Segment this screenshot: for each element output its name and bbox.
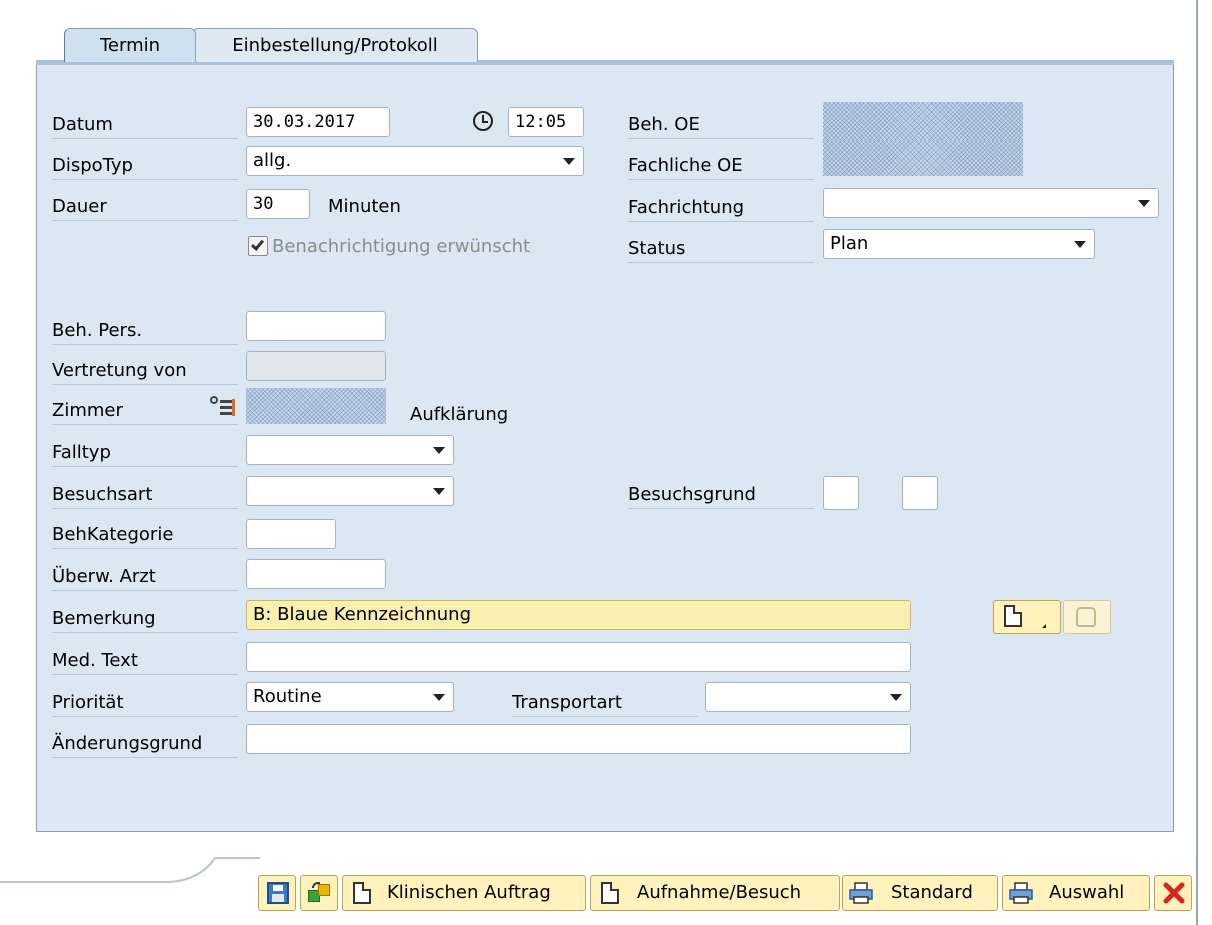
beh-pers-input[interactable] [246, 311, 386, 341]
med-text-label: Med. Text [52, 646, 238, 675]
uhrzeit-input[interactable]: 12:05 [508, 107, 584, 137]
standard-print-button[interactable]: Standard [842, 875, 998, 911]
beh-pers-label: Beh. Pers. [52, 316, 238, 345]
printer-icon [1009, 882, 1033, 904]
transportart-select[interactable] [705, 682, 911, 712]
dispotyp-label: DispoTyp [52, 151, 238, 180]
besuchsart-select[interactable] [246, 476, 454, 506]
uberw-arzt-input[interactable] [246, 559, 386, 589]
chevron-down-icon [1074, 241, 1086, 248]
vertretung-label: Vertretung von [52, 356, 238, 385]
prioritaet-select[interactable]: Routine [246, 682, 454, 712]
document-icon [353, 882, 371, 904]
falltyp-label: Falltyp [52, 438, 238, 467]
fachrichtung-label: Fachrichtung [628, 193, 814, 222]
tab-label: Termin [99, 35, 161, 56]
other-object-button[interactable] [300, 875, 338, 911]
klinischen-auftrag-label: Klinischen Auftrag [387, 882, 551, 903]
new-document-menu-button[interactable] [993, 600, 1061, 634]
transportart-label: Transportart [512, 688, 698, 717]
chevron-down-icon [890, 694, 902, 701]
footer-divider [0, 857, 260, 883]
aufnahme-besuch-button[interactable]: Aufnahme/Besuch [590, 875, 840, 911]
fachrichtung-select[interactable] [823, 188, 1159, 218]
auswahl-label: Auswahl [1049, 882, 1125, 903]
dropdown-corner-icon [1042, 620, 1046, 628]
vertretung-input[interactable] [246, 351, 386, 381]
datum-input[interactable]: 30.03.2017 [246, 107, 390, 137]
chevron-down-icon [433, 447, 445, 454]
zimmer-field-masked[interactable] [246, 388, 386, 424]
aufnahme-besuch-label: Aufnahme/Besuch [637, 882, 802, 903]
standard-label: Standard [891, 882, 973, 903]
dispotyp-select[interactable]: allg. [246, 146, 584, 176]
prioritaet-label: Priorität [52, 688, 238, 717]
status-label: Status [628, 234, 814, 263]
aenderungsgrund-input[interactable] [246, 724, 911, 754]
tab-label: Einbestellung/Protokoll [232, 35, 438, 56]
switch-object-icon [308, 882, 330, 904]
dauer-unit: Minuten [328, 196, 401, 217]
room-list-icon[interactable] [210, 396, 236, 418]
besuchsart-label: Besuchsart [52, 480, 238, 509]
document-icon [1004, 605, 1022, 627]
benachrichtigung-checkbox[interactable] [248, 236, 268, 256]
behkategorie-label: BehKategorie [52, 520, 238, 549]
window-edge [1196, 0, 1198, 925]
fachliche-oe-label: Fachliche OE [628, 151, 814, 180]
klinischen-auftrag-button[interactable]: Klinischen Auftrag [342, 875, 586, 911]
bemerkung-label: Bemerkung [52, 604, 238, 633]
tab-einbestellung-protokoll[interactable]: Einbestellung/Protokoll [192, 28, 478, 62]
chevron-down-icon [563, 158, 575, 165]
aenderungsgrund-label: Änderungsgrund [52, 729, 238, 758]
auswahl-print-button[interactable]: Auswahl [1002, 875, 1150, 911]
besuchsgrund-input-2[interactable] [902, 476, 938, 510]
bemerkung-input[interactable]: B: Blaue Kennzeichnung [246, 600, 911, 630]
chevron-down-icon [1138, 200, 1150, 207]
datum-label: Datum [52, 110, 238, 139]
zimmer-suffix: Aufklärung [410, 404, 509, 425]
save-icon [267, 882, 289, 904]
tab-termin[interactable]: Termin [64, 28, 196, 62]
dauer-input[interactable]: 30 [246, 189, 310, 219]
chevron-down-icon [433, 694, 445, 701]
uberw-arzt-label: Überw. Arzt [52, 562, 238, 591]
hand-icon [1076, 607, 1096, 627]
prioritaet-value: Routine [253, 686, 322, 707]
chevron-down-icon [433, 488, 445, 495]
status-select[interactable]: Plan [823, 229, 1095, 259]
behkategorie-input[interactable] [246, 519, 336, 549]
besuchsgrund-input-1[interactable] [823, 476, 859, 510]
fachliche-oe-field-masked[interactable] [823, 140, 1023, 176]
beh-oe-label: Beh. OE [628, 110, 814, 139]
benachrichtigung-label: Benachrichtigung erwünscht [272, 236, 531, 257]
save-button[interactable] [258, 875, 296, 911]
status-value: Plan [830, 233, 869, 254]
attach-button[interactable] [1063, 600, 1111, 634]
close-icon [1163, 882, 1185, 904]
dauer-label: Dauer [52, 192, 238, 221]
dispotyp-value: allg. [253, 150, 292, 171]
clock-icon[interactable] [473, 111, 493, 131]
besuchsgrund-label: Besuchsgrund [628, 480, 814, 509]
printer-icon [849, 882, 873, 904]
beh-oe-field-masked[interactable] [823, 102, 1023, 140]
falltyp-select[interactable] [246, 435, 454, 465]
checkmark-icon [250, 237, 265, 251]
med-text-input[interactable] [246, 642, 911, 672]
cancel-button[interactable] [1154, 875, 1192, 911]
document-icon [601, 882, 619, 904]
